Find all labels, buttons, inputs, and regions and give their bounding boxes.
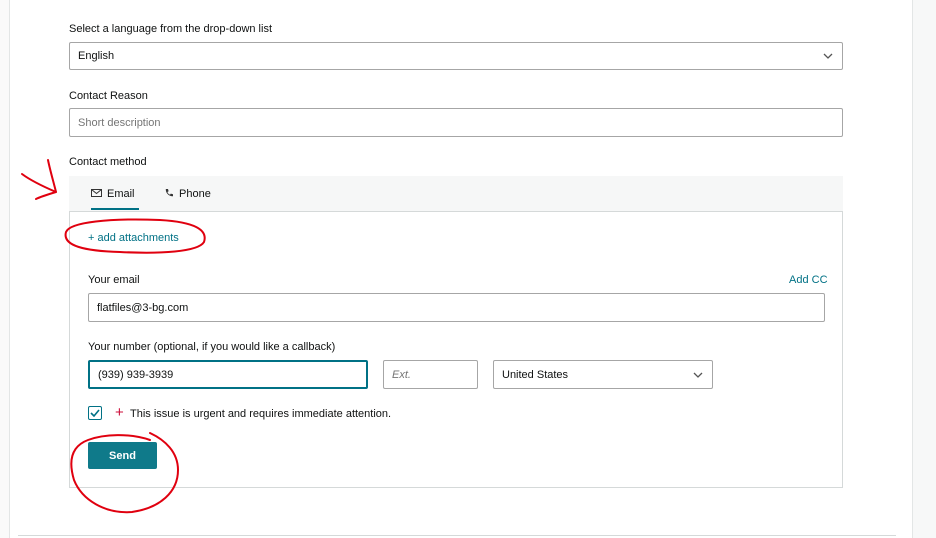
country-selected-value: United States	[502, 368, 569, 381]
email-label: Your email	[88, 274, 140, 286]
phone-label: Your number (optional, if you would like…	[88, 341, 336, 353]
tab-phone-label: Phone	[179, 188, 211, 200]
language-select[interactable]: English	[69, 42, 843, 70]
add-attachments-link[interactable]: + add attachments	[88, 232, 179, 244]
contact-method-tabs: Email Phone	[69, 176, 843, 212]
tab-phone[interactable]: Phone	[164, 176, 211, 212]
tab-email-label: Email	[107, 188, 135, 200]
left-border	[0, 0, 10, 538]
envelope-icon	[91, 188, 102, 200]
arrow-annotation	[21, 173, 57, 200]
contact-reason-input[interactable]	[69, 108, 843, 137]
email-input[interactable]	[88, 293, 825, 322]
phone-icon	[164, 188, 174, 201]
phone-number-input[interactable]	[88, 360, 368, 389]
chevron-down-icon	[823, 50, 833, 62]
country-select[interactable]: United States	[493, 360, 713, 389]
bottom-divider	[18, 535, 896, 536]
contact-reason-label: Contact Reason	[69, 90, 148, 102]
chevron-down-icon	[693, 369, 703, 381]
language-selected-value: English	[78, 50, 115, 62]
tab-email[interactable]: Email	[91, 176, 139, 212]
contact-method-label: Contact method	[69, 156, 147, 168]
phone-ext-input[interactable]	[383, 360, 478, 389]
urgent-text: This issue is urgent and requires immedi…	[130, 408, 392, 420]
right-side-panel	[912, 0, 936, 538]
add-cc-link[interactable]: Add CC	[789, 274, 828, 286]
plus-icon: +	[115, 404, 124, 421]
language-label: Select a language from the drop-down lis…	[69, 23, 273, 35]
send-button[interactable]: Send	[88, 442, 157, 469]
arrow-annotation-stroke	[47, 159, 57, 193]
checkmark-icon	[90, 409, 100, 417]
urgent-checkbox[interactable]	[88, 406, 102, 420]
